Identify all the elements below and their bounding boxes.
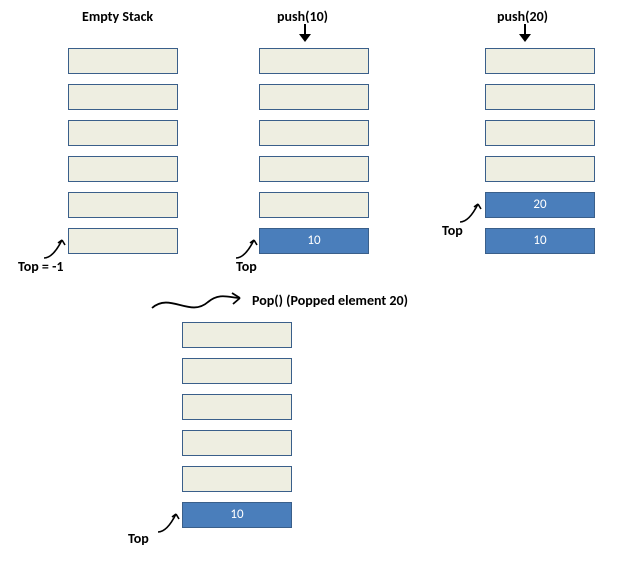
stack-cell xyxy=(68,84,178,110)
stack-empty xyxy=(68,48,178,264)
stack-cell xyxy=(259,156,369,182)
top-label-push20: Top xyxy=(442,222,463,239)
pointer-curve-icon xyxy=(234,234,262,260)
stack-cell xyxy=(68,48,178,74)
stack-cell xyxy=(259,84,369,110)
pop-arrow-icon xyxy=(150,288,250,318)
stack-cell: 20 xyxy=(485,192,595,218)
stack-cell xyxy=(485,156,595,182)
title-empty-stack: Empty Stack xyxy=(82,8,153,25)
stack-push20: 20 10 xyxy=(485,48,595,264)
stack-cell: 10 xyxy=(259,228,369,254)
stack-cell xyxy=(68,228,178,254)
stack-cell xyxy=(182,430,292,456)
stack-cell xyxy=(68,156,178,182)
top-label-push10: Top xyxy=(236,258,257,275)
stack-cell xyxy=(182,358,292,384)
top-label-pop: Top xyxy=(128,530,149,547)
stack-cell xyxy=(182,322,292,348)
title-pop: Pop() (Popped element 20) xyxy=(252,292,408,309)
stack-cell xyxy=(259,120,369,146)
stack-cell xyxy=(485,84,595,110)
stack-cell xyxy=(259,192,369,218)
stack-push10: 10 xyxy=(259,48,369,264)
pointer-curve-icon xyxy=(156,508,184,534)
stack-cell xyxy=(182,466,292,492)
title-push20: push(20) xyxy=(497,8,548,25)
stack-cell xyxy=(68,192,178,218)
stack-cell xyxy=(485,48,595,74)
stack-cell xyxy=(182,394,292,420)
top-label-empty: Top = -1 xyxy=(18,258,63,275)
pointer-curve-icon xyxy=(458,198,486,224)
stack-cell: 10 xyxy=(182,502,292,528)
stack-cell xyxy=(485,120,595,146)
stack-cell xyxy=(68,120,178,146)
title-push10: push(10) xyxy=(277,8,328,25)
down-arrow-icon xyxy=(299,24,311,42)
down-arrow-icon xyxy=(519,24,531,42)
stack-pop: 10 xyxy=(182,322,292,538)
pointer-curve-icon xyxy=(42,234,70,260)
stack-cell xyxy=(259,48,369,74)
stack-cell: 10 xyxy=(485,228,595,254)
